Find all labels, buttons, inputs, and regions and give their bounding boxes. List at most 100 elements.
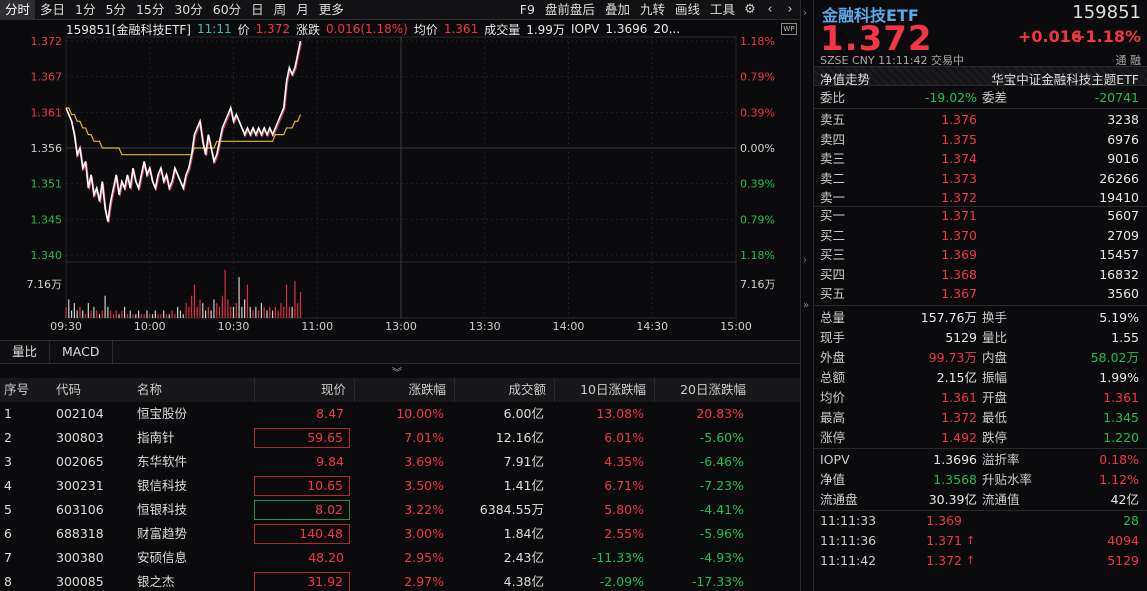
ask-row[interactable]: 卖二 1.373 26266	[814, 169, 1147, 189]
row-label-2: 内盘	[982, 350, 1008, 365]
row-value: 1.361	[941, 390, 977, 405]
ask-price: 1.376	[941, 112, 977, 127]
cell-name: 安硕信息	[137, 550, 188, 565]
cell-d20: -4.93%	[699, 550, 744, 565]
column-header[interactable]: 现价	[254, 378, 350, 402]
x-tick: 11:00	[301, 320, 333, 333]
row-value: 1.3696	[933, 452, 977, 467]
tick-row[interactable]: 11:11:36 1.371 ↑ 4094	[814, 531, 1147, 551]
stat-row: 总量 157.76万 换手 5.19%	[814, 308, 1147, 328]
cell-idx: 3	[4, 454, 12, 469]
cell-idx: 2	[4, 430, 12, 445]
bid-row[interactable]: 买一 1.371 5607	[814, 206, 1147, 226]
ask-label: 卖五	[820, 112, 846, 127]
cell-code: 688318	[56, 526, 104, 541]
cell-d10: 2.55%	[604, 526, 644, 541]
bid-row[interactable]: 买三 1.369 15457	[814, 245, 1147, 265]
y-left-tick: 1.367	[31, 71, 63, 84]
cell-code: 300231	[56, 478, 104, 493]
tick-price: 1.369	[926, 513, 962, 528]
collapse-icon[interactable]: ︾	[392, 364, 402, 379]
table-row[interactable]: 7 300380 安硕信息 48.20 2.95% 2.43亿 -11.33% -4.93%	[0, 546, 800, 570]
bid-label: 买三	[820, 247, 846, 262]
chart-panel: 分时 多日 1分 5分 15分 30分 60分日周月更多 F9 盘前盘后 叠加 九转 画线 工具 ⚙ …	[0, 0, 800, 591]
price-line	[65, 40, 302, 222]
tab-volume-ratio[interactable]: 量比	[0, 340, 51, 364]
panel-splitter[interactable]: › › »	[800, 0, 813, 591]
bid-label: 买二	[820, 227, 846, 243]
column-header[interactable]: 涨跌幅	[354, 378, 450, 402]
row-value-2: -20741	[1094, 90, 1139, 105]
bid-volume: 3560	[1107, 286, 1139, 301]
price-change-pct: +1.18%	[1072, 27, 1141, 46]
row-value-2: 42亿	[1110, 492, 1139, 507]
column-header[interactable]: 成交额	[454, 378, 550, 402]
row-value: 99.73万	[928, 350, 977, 365]
ask-row[interactable]: 卖一 1.372 19410	[814, 188, 1147, 208]
intraday-chart[interactable]: 1.372 1.18% 1.367 0.79% 1.361 0.39% 1.356 0.00%…	[0, 0, 800, 340]
row-value-2: 1.345	[1103, 410, 1139, 425]
chevron-up-icon[interactable]: ›	[803, 8, 807, 19]
etf-stat-row: IOPV 1.3696 溢折率 0.18%	[814, 450, 1147, 470]
ask-row[interactable]: 卖五 1.376 3238	[814, 110, 1147, 130]
table-row[interactable]: 6 688318 财富趋势 140.48 3.00% 1.84亿 2.55% -5.96%	[0, 522, 800, 546]
row-label-2: 量比	[982, 330, 1008, 345]
vol-tick-right: 7.16万	[740, 278, 776, 291]
bid-volume: 2709	[1107, 227, 1139, 243]
cell-price: 8.02	[254, 500, 350, 520]
cell-price: 59.65	[254, 428, 350, 448]
bid-row[interactable]: 买四 1.368 16832	[814, 265, 1147, 285]
tick-volume: 4094	[1107, 533, 1139, 548]
cell-price: 31.92	[254, 572, 350, 591]
stat-row: 外盘 99.73万 内盘 58.02万	[814, 348, 1147, 368]
cell-idx: 7	[4, 550, 12, 565]
tab-macd[interactable]: MACD	[50, 340, 113, 364]
column-header[interactable]: 名称	[137, 378, 247, 402]
bid-ask-ratio-row: 委比 -19.02% 委差 -20741	[814, 88, 1147, 108]
cell-amt: 4.38亿	[503, 574, 544, 589]
ask-price: 1.373	[941, 170, 977, 186]
y-right-tick: 1.18%	[740, 35, 775, 48]
cell-amt: 6384.55万	[479, 502, 544, 517]
table-row[interactable]: 1 002104 恒宝股份 8.47 10.00% 6.00亿 13.08% 20.83%	[0, 402, 800, 426]
cell-price: 8.47	[316, 406, 344, 421]
column-header[interactable]: 20日涨跌幅	[654, 378, 750, 402]
bid-row[interactable]: 买二 1.370 2709	[814, 226, 1147, 246]
table-row[interactable]: 2 300803 指南针 59.65 7.01% 12.16亿 6.01% -5.60%	[0, 426, 800, 450]
table-row[interactable]: 4 300231 银信科技 10.65 3.50% 1.41亿 6.71% -7.23%	[0, 474, 800, 498]
tick-time: 11:11:33	[820, 513, 877, 528]
cell-amt: 6.00亿	[503, 406, 544, 421]
tick-row[interactable]: 11:11:42 1.372 ↑ 5129	[814, 551, 1147, 571]
row-value-2: 0.18%	[1099, 452, 1139, 467]
arrow-up-icon: ↑	[966, 534, 976, 547]
nav-trend-bar[interactable]: 净值走势 华宝中证金融科技主题ETF	[814, 66, 1147, 87]
ask-label: 卖三	[820, 151, 846, 166]
y-left-tick: 1.345	[31, 213, 63, 226]
table-row[interactable]: 8 300085 银之杰 31.92 2.97% 4.38亿 -2.09% -17.33%	[0, 570, 800, 591]
y-left-tick: 1.361	[31, 106, 63, 119]
column-header[interactable]: 代码	[56, 378, 131, 402]
y-left-tick: 1.351	[31, 178, 63, 191]
ask-price: 1.372	[941, 190, 977, 205]
bid-price: 1.371	[941, 208, 977, 223]
cell-idx: 8	[4, 574, 12, 589]
ask-volume: 19410	[1099, 190, 1139, 205]
chevron-up-icon[interactable]: ›	[803, 255, 807, 266]
bid-row[interactable]: 买五 1.367 3560	[814, 284, 1147, 304]
ask-row[interactable]: 卖三 1.374 9016	[814, 149, 1147, 169]
column-header[interactable]: 序号	[4, 378, 54, 402]
column-header[interactable]: 10日涨跌幅	[554, 378, 650, 402]
cell-d10: 13.08%	[596, 406, 644, 421]
tick-price: 1.372	[926, 553, 962, 568]
expand-icon[interactable]: »	[803, 300, 809, 311]
ask-row[interactable]: 卖四 1.375 6976	[814, 130, 1147, 150]
table-row[interactable]: 5 603106 恒银科技 8.02 3.22% 6384.55万 5.80% -4.41%	[0, 498, 800, 522]
bid-volume: 15457	[1099, 247, 1139, 262]
table-row[interactable]: 3 002065 东华软件 9.84 3.69% 7.91亿 4.35% -6.46%	[0, 450, 800, 474]
cell-d20: -7.23%	[699, 478, 744, 493]
stat-row: 最高 1.372 最低 1.345	[814, 408, 1147, 428]
y-right-tick: 0.39%	[740, 178, 775, 191]
row-label: 流通盘	[820, 492, 858, 507]
tick-row[interactable]: 11:11:33 1.369 28	[814, 511, 1147, 531]
row-label-2: 振幅	[982, 370, 1008, 385]
